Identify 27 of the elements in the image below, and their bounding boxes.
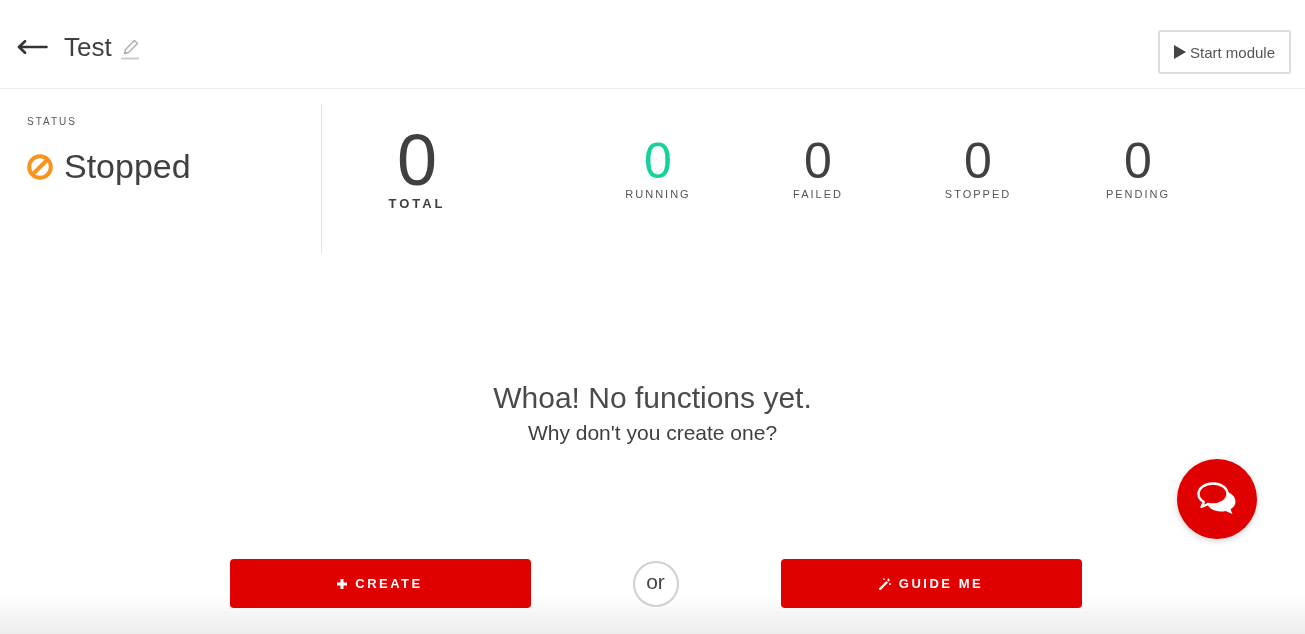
counter-label: PENDING	[1105, 188, 1171, 200]
counter-value: 0	[1124, 136, 1152, 186]
status-value: Stopped	[64, 147, 191, 186]
total-label: TOTAL	[388, 196, 446, 211]
module-title: Test	[64, 31, 112, 63]
back-arrow-icon	[17, 40, 48, 54]
start-module-button[interactable]: Start module	[1158, 30, 1291, 74]
counter-value: 0	[804, 136, 832, 186]
chat-button[interactable]	[1177, 459, 1257, 539]
guide-me-button[interactable]: GUIDE ME	[780, 559, 1082, 608]
empty-state-subtitle: Why don't you create one?	[527, 420, 778, 446]
or-separator: or	[632, 560, 679, 607]
stopped-icon	[27, 153, 53, 180]
plus-icon	[337, 578, 348, 589]
create-button[interactable]: CREATE	[229, 559, 531, 608]
total-count: 0	[396, 124, 437, 196]
counter-value: 0	[644, 136, 672, 186]
magic-wand-icon	[878, 577, 891, 590]
counter-label: FAILED	[793, 188, 843, 200]
play-icon	[1173, 45, 1186, 59]
chat-bubbles-icon	[1197, 482, 1237, 516]
status-label: STATUS	[27, 116, 77, 127]
empty-state-title: Whoa! No functions yet.	[493, 380, 812, 416]
back-button[interactable]	[17, 40, 48, 54]
counter-value: 0	[964, 136, 992, 186]
counter-label: RUNNING	[625, 188, 691, 200]
counter-label: STOPPED	[944, 188, 1012, 200]
